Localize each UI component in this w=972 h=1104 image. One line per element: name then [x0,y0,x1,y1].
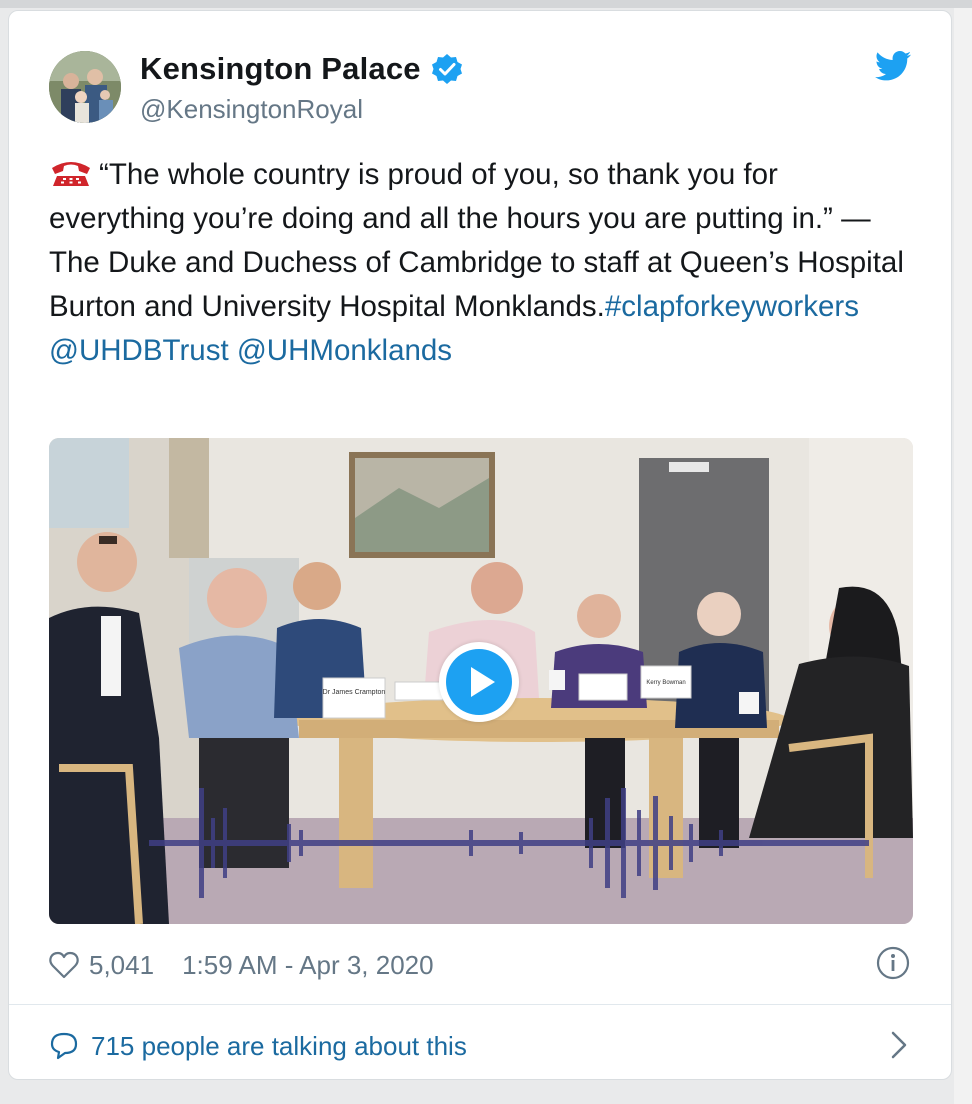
divider [9,1004,951,1005]
play-icon [446,649,512,715]
twitter-bird-icon[interactable] [875,51,911,81]
play-button[interactable] [439,642,519,722]
heart-icon[interactable] [49,951,79,979]
author-name[interactable]: Kensington Palace [140,51,421,87]
avatar[interactable] [49,51,121,123]
video-player[interactable]: Dr James Crampton Kerry Bowman [49,438,913,924]
timestamp[interactable]: 1:59 AM - Apr 3, 2020 [182,950,434,981]
page-scroll-edge [954,8,972,1104]
place-card-text-1: Dr James Crampton [323,689,386,696]
author-handle[interactable]: @KensingtonRoyal [140,94,363,125]
speech-bubble-icon [50,1032,78,1060]
conversation-text[interactable]: 715 people are talking about this [91,1031,467,1062]
chevron-right-icon[interactable] [889,1029,909,1061]
tweet-meta: 5,041 1:59 AM - Apr 3, 2020 [49,945,434,985]
author-row: Kensington Palace [140,51,463,87]
mention-link-uhdbtrust[interactable]: @UHDBTrust [49,334,229,367]
place-card-text-2: Kerry Bowman [646,680,685,686]
tweet-card: Kensington Palace @KensingtonRoyal “The … [8,10,952,1080]
hashtag-link[interactable]: #clapforkeyworkers [605,290,859,323]
conversation-link[interactable]: 715 people are talking about this [49,1026,467,1066]
top-bar [0,0,972,8]
mention-link-uhmonklands[interactable]: @UHMonklands [237,334,452,367]
verified-badge-icon [431,53,463,85]
tweet-text: “The whole country is proud of you, so t… [49,153,919,373]
like-count[interactable]: 5,041 [89,950,154,981]
info-icon[interactable] [875,945,911,981]
telephone-icon [49,157,93,187]
